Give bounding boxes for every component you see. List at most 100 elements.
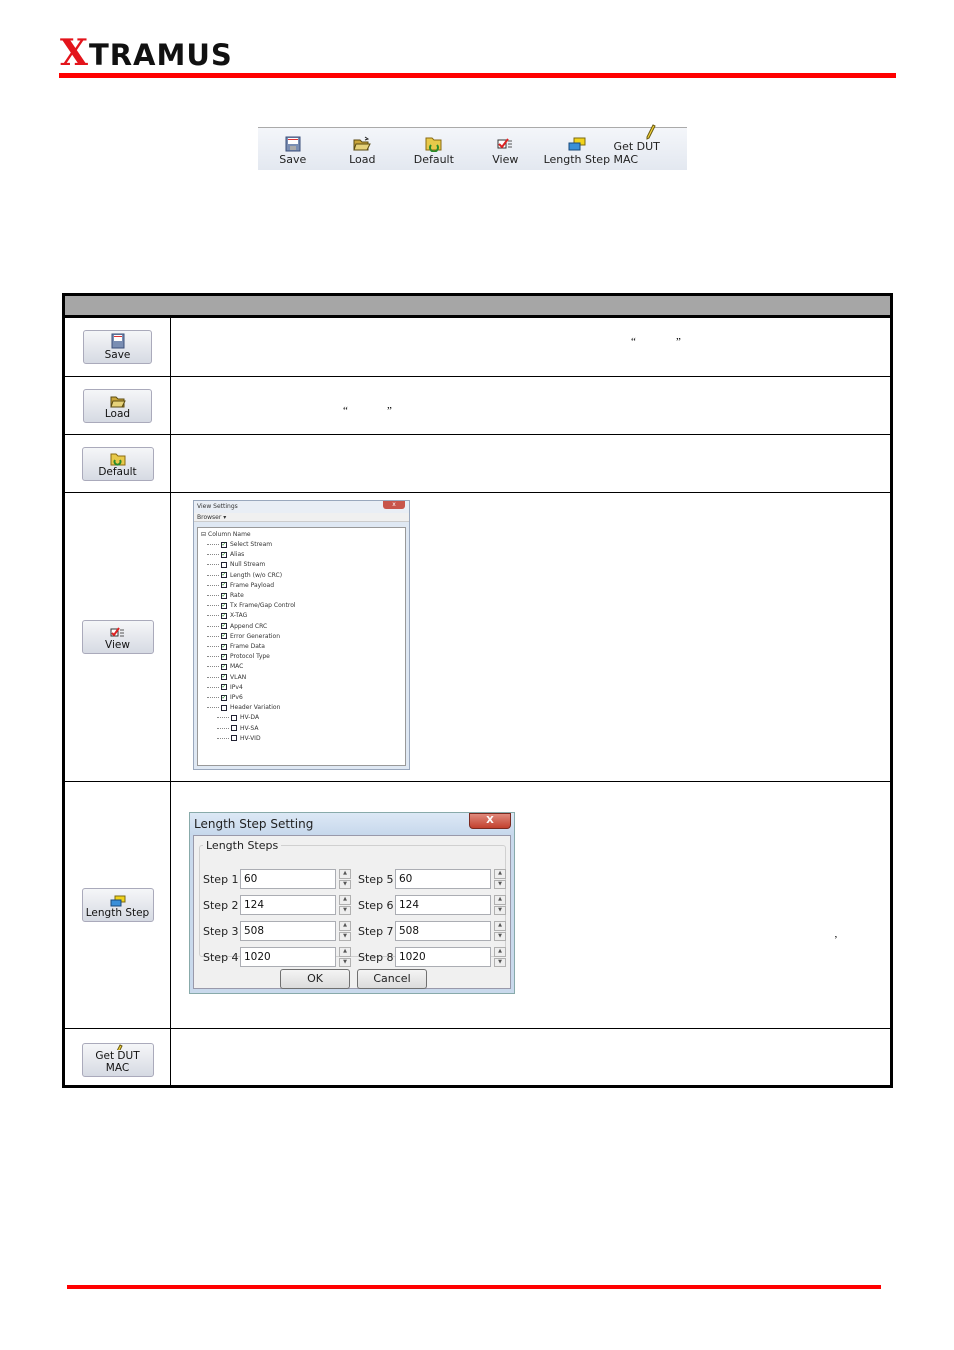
checkbox[interactable]: ✓ (221, 551, 227, 558)
step-input[interactable] (240, 869, 336, 889)
spin-down-icon[interactable]: ▼ (339, 931, 351, 941)
checkbox[interactable]: ✓ (221, 623, 227, 630)
checkbox[interactable]: ✓ (221, 663, 227, 670)
checkbox[interactable]: ✓ (221, 653, 227, 660)
tree-item[interactable]: ✓ Select Stream (207, 540, 272, 549)
step-spinner[interactable]: ▲ ▼ (339, 921, 351, 941)
load-button[interactable]: Load (83, 388, 152, 423)
default-button[interactable]: Default (81, 446, 154, 481)
view-button[interactable]: View (81, 620, 154, 654)
step-input[interactable] (395, 895, 491, 915)
tree-subitem[interactable]: HV-DA (217, 713, 259, 722)
tree-item[interactable]: ✓ Append CRC (207, 622, 267, 631)
step-input[interactable] (240, 921, 336, 941)
checkbox[interactable]: ✓ (221, 592, 227, 599)
step-input[interactable] (395, 947, 491, 967)
table-row: View (63, 492, 892, 782)
spin-up-icon[interactable]: ▲ (494, 921, 506, 931)
tree-item[interactable]: ✓ Rate (207, 591, 244, 600)
step-input[interactable] (240, 895, 336, 915)
checkbox[interactable]: ✓ (221, 684, 227, 691)
step-spinner[interactable]: ▲ ▼ (494, 895, 506, 915)
tree-item[interactable]: ✓ Frame Payload (207, 581, 274, 590)
spin-up-icon[interactable]: ▲ (339, 947, 351, 957)
spin-up-icon[interactable]: ▲ (339, 921, 351, 931)
tree-subitem[interactable]: HV-VID (217, 734, 261, 743)
step-label: Step 2 (203, 898, 239, 912)
length-step-icon (568, 135, 586, 153)
spin-up-icon[interactable]: ▲ (494, 869, 506, 879)
spin-down-icon[interactable]: ▼ (494, 879, 506, 889)
spin-up-icon[interactable]: ▲ (339, 869, 351, 879)
checkbox[interactable]: ✓ (221, 674, 227, 681)
spin-down-icon[interactable]: ▼ (494, 905, 506, 915)
toolbar-default-button[interactable]: Default (397, 128, 470, 170)
checkbox[interactable]: ✓ (221, 612, 227, 619)
tree-subitem[interactable]: HV-SA (217, 724, 258, 733)
cancel-button[interactable]: Cancel (357, 969, 427, 989)
tree-item[interactable]: ✓ Protocol Type (207, 652, 270, 661)
step-spinner[interactable]: ▲ ▼ (339, 869, 351, 889)
tree-item[interactable]: ✓ Error Generation (207, 632, 280, 641)
close-button[interactable]: x (383, 501, 405, 509)
tree-line (207, 544, 219, 545)
checkbox[interactable]: ✓ (221, 572, 227, 579)
folder-open-icon (353, 135, 372, 153)
tree-item[interactable]: ✓ Tx Frame/Gap Control (207, 601, 296, 610)
spin-up-icon[interactable]: ▲ (339, 895, 351, 905)
checkbox[interactable]: ✓ (221, 582, 227, 589)
tree-item[interactable]: ✓ IPv6 (207, 693, 243, 702)
tree-item-label: Append CRC (230, 622, 268, 630)
step-spinner[interactable]: ▲ ▼ (494, 921, 506, 941)
step-spinner[interactable]: ▲ ▼ (494, 869, 506, 889)
tree-item[interactable]: ✓ Length (w/o CRC) (207, 571, 282, 580)
tree-item[interactable]: Header Variation (207, 703, 280, 712)
toolbar-view-button[interactable]: View (471, 128, 541, 170)
step-spinner[interactable]: ▲ ▼ (339, 895, 351, 915)
tree-item[interactable]: ✓ MAC (207, 662, 243, 671)
tree-item[interactable]: ✓ Frame Data (207, 642, 265, 651)
spin-down-icon[interactable]: ▼ (494, 957, 506, 967)
tree-item[interactable]: ✓ X-TAG (207, 611, 247, 620)
spin-up-icon[interactable]: ▲ (494, 895, 506, 905)
checkbox[interactable] (221, 561, 227, 568)
toolbar-length-step-button[interactable]: Length Step (540, 128, 613, 170)
checkbox[interactable] (221, 704, 227, 711)
step-input[interactable] (395, 869, 491, 889)
tree-item-label: Tx Frame/Gap Control (230, 602, 296, 610)
checkbox[interactable]: ✓ (221, 643, 227, 650)
checkbox[interactable]: ✓ (221, 541, 227, 548)
tree-root[interactable]: ⊟ Column Name (201, 530, 251, 539)
checkbox[interactable] (231, 714, 237, 721)
step-spinner[interactable]: ▲ ▼ (339, 947, 351, 967)
step-spinner[interactable]: ▲ ▼ (494, 947, 506, 967)
checkbox[interactable] (231, 735, 237, 742)
tree-item[interactable]: Null Stream (207, 560, 265, 569)
quote-mark: ” (387, 405, 392, 417)
toolbar-load-button[interactable]: Load (328, 128, 398, 170)
checkbox[interactable] (231, 725, 237, 732)
tree-item[interactable]: ✓ IPv4 (207, 683, 243, 692)
spin-up-icon[interactable]: ▲ (494, 947, 506, 957)
browser-menu[interactable]: Browser ▾ (194, 513, 409, 522)
step-input[interactable] (240, 947, 336, 967)
get-dut-mac-button[interactable]: Get DUT MAC (81, 1043, 154, 1077)
spin-down-icon[interactable]: ▼ (339, 957, 351, 967)
spin-down-icon[interactable]: ▼ (339, 879, 351, 889)
checkbox[interactable]: ✓ (221, 602, 227, 609)
step-input[interactable] (395, 921, 491, 941)
tree-item[interactable]: ✓ Alias (207, 550, 244, 559)
length-step-button[interactable]: Length Step (81, 888, 154, 922)
tree-item[interactable]: ✓ VLAN (207, 673, 246, 682)
tree-item-label: Header Variation (230, 704, 281, 712)
save-button[interactable]: Save (83, 330, 152, 364)
checkbox[interactable]: ✓ (221, 633, 227, 640)
ok-button[interactable]: OK (280, 969, 350, 989)
toolbar-label: Default (413, 153, 454, 166)
toolbar-get-dut-mac-button[interactable]: Get DUT MAC (614, 124, 687, 170)
toolbar-save-button[interactable]: Save (258, 128, 328, 170)
close-button[interactable]: X (469, 813, 511, 829)
checkbox[interactable]: ✓ (221, 694, 227, 701)
spin-down-icon[interactable]: ▼ (339, 905, 351, 915)
spin-down-icon[interactable]: ▼ (494, 931, 506, 941)
